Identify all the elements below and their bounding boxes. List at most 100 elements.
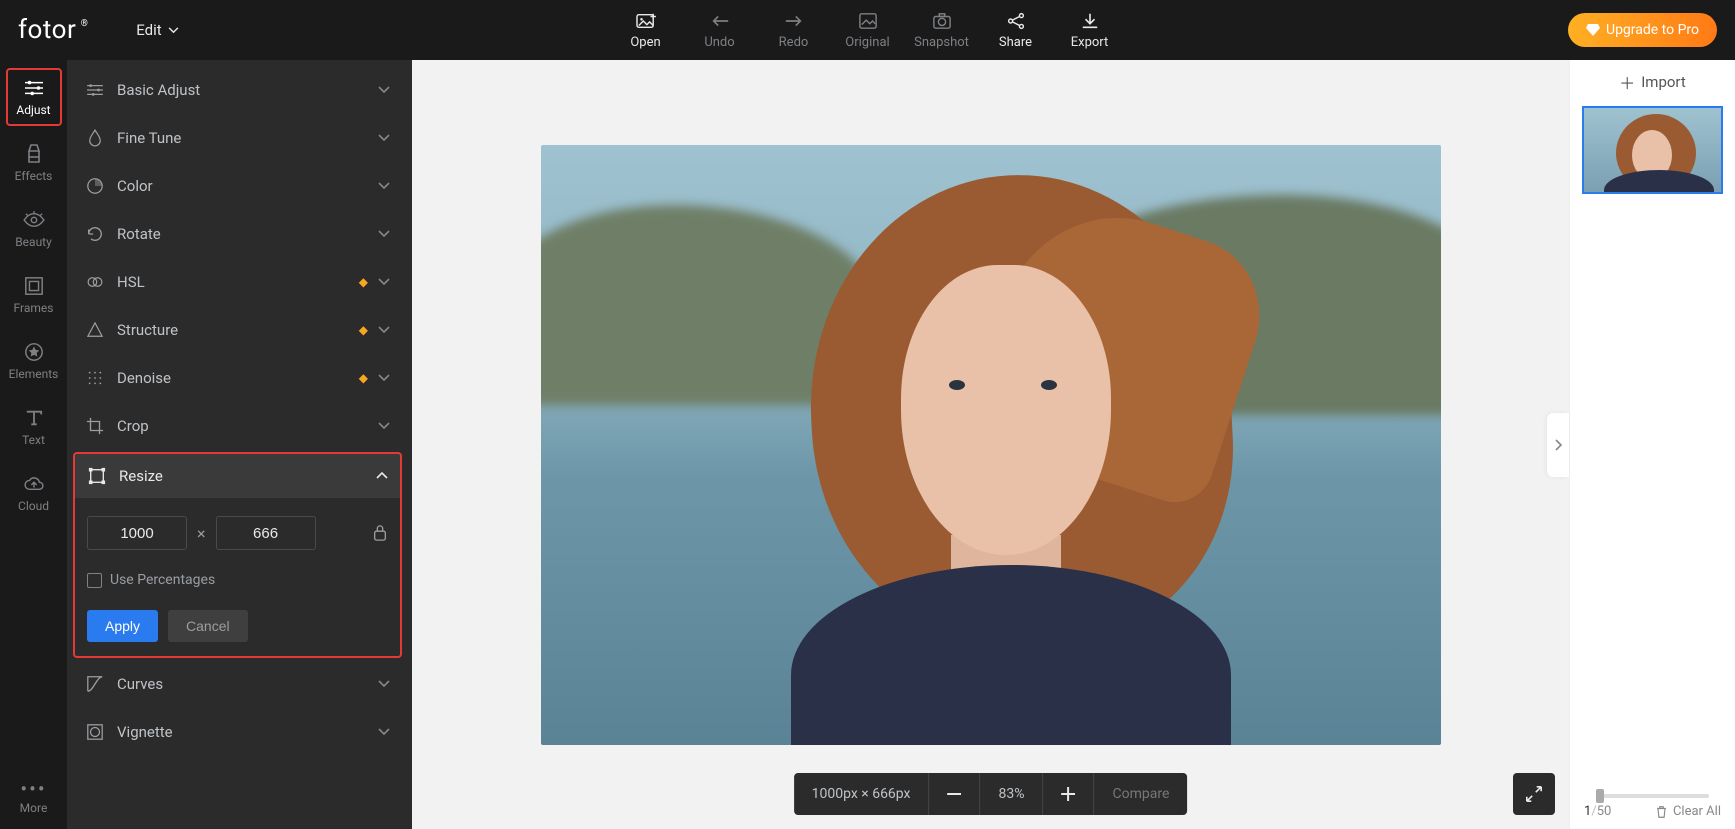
chevron-down-icon bbox=[168, 27, 179, 34]
cloud-icon bbox=[23, 473, 45, 495]
upgrade-label: Upgrade to Pro bbox=[1606, 22, 1699, 38]
adjust-icon bbox=[23, 77, 45, 99]
chevron-down-icon bbox=[378, 680, 390, 688]
edit-menu-label: Edit bbox=[136, 21, 161, 39]
share-label: Share bbox=[999, 35, 1032, 50]
acc-crop[interactable]: Crop bbox=[73, 402, 402, 450]
acc-hsl[interactable]: HSL ◆ bbox=[73, 258, 402, 306]
undo-label: Undo bbox=[704, 35, 734, 50]
acc-denoise[interactable]: Denoise ◆ bbox=[73, 354, 402, 402]
open-label: Open bbox=[630, 35, 660, 50]
beauty-icon bbox=[22, 209, 46, 231]
right-sidebar: ＋ Import 1/50 Clear All bbox=[1569, 60, 1735, 829]
right-footer: 1/50 Clear All bbox=[1570, 794, 1735, 829]
acc-vignette[interactable]: Vignette bbox=[73, 708, 402, 756]
fine-tune-label: Fine Tune bbox=[117, 129, 378, 147]
sliders-icon bbox=[85, 83, 105, 97]
structure-label: Structure bbox=[117, 321, 359, 339]
palette-icon bbox=[85, 177, 105, 195]
chevron-down-icon bbox=[378, 422, 390, 430]
resize-width-input[interactable] bbox=[87, 516, 187, 550]
rail-text[interactable]: Text bbox=[6, 398, 62, 456]
apply-button[interactable]: Apply bbox=[87, 610, 158, 642]
snapshot-label: Snapshot bbox=[914, 35, 969, 50]
snapshot-tool[interactable]: Snapshot bbox=[914, 10, 970, 50]
top-toolbar: Open Undo Redo Original Snapshot Share bbox=[618, 10, 1118, 50]
cancel-button[interactable]: Cancel bbox=[168, 610, 248, 642]
color-label: Color bbox=[117, 177, 378, 195]
acc-rotate[interactable]: Rotate bbox=[73, 210, 402, 258]
denoise-icon bbox=[85, 370, 105, 386]
acc-curves[interactable]: Curves bbox=[73, 660, 402, 708]
export-tool[interactable]: Export bbox=[1062, 10, 1118, 50]
image-thumbnail[interactable] bbox=[1582, 106, 1723, 194]
denoise-label: Denoise bbox=[117, 369, 359, 387]
edit-menu[interactable]: Edit bbox=[136, 21, 178, 39]
acc-color[interactable]: Color bbox=[73, 162, 402, 210]
zoom-in-button[interactable] bbox=[1043, 773, 1094, 815]
share-icon bbox=[1006, 10, 1026, 32]
acc-structure[interactable]: Structure ◆ bbox=[73, 306, 402, 354]
fit-screen-button[interactable] bbox=[1513, 773, 1555, 815]
resize-height-input[interactable] bbox=[216, 516, 316, 550]
curves-icon bbox=[85, 675, 105, 693]
original-tool[interactable]: Original bbox=[840, 10, 896, 50]
structure-icon bbox=[85, 322, 105, 338]
canvas-statusbar: 1000px × 666px 83% Compare bbox=[794, 773, 1188, 815]
more-icon: ••• bbox=[20, 777, 46, 801]
times-symbol: × bbox=[197, 524, 206, 543]
hsl-label: HSL bbox=[117, 273, 359, 291]
compare-button[interactable]: Compare bbox=[1094, 773, 1188, 815]
chevron-down-icon bbox=[378, 278, 390, 286]
chevron-down-icon bbox=[378, 728, 390, 736]
original-icon bbox=[858, 10, 878, 32]
open-icon bbox=[636, 10, 656, 32]
vignette-label: Vignette bbox=[117, 723, 378, 741]
rail-text-label: Text bbox=[22, 433, 45, 447]
acc-fine-tune[interactable]: Fine Tune bbox=[73, 114, 402, 162]
clear-all-button[interactable]: Clear All bbox=[1655, 804, 1721, 819]
thumbnail-size-slider[interactable] bbox=[1596, 794, 1709, 798]
zoom-out-button[interactable] bbox=[929, 773, 980, 815]
rail-beauty[interactable]: Beauty bbox=[6, 200, 62, 258]
rotate-label: Rotate bbox=[117, 225, 378, 243]
resize-icon bbox=[87, 467, 107, 485]
rail-cloud[interactable]: Cloud bbox=[6, 464, 62, 522]
lock-icon[interactable] bbox=[372, 524, 388, 542]
elements-icon bbox=[24, 341, 44, 363]
rail-cloud-label: Cloud bbox=[18, 499, 49, 513]
rail-frames[interactable]: Frames bbox=[6, 266, 62, 324]
share-tool[interactable]: Share bbox=[988, 10, 1044, 50]
rail-effects-label: Effects bbox=[15, 169, 53, 183]
import-label: Import bbox=[1641, 73, 1686, 91]
rail-more-label: More bbox=[20, 801, 48, 815]
rotate-icon bbox=[85, 225, 105, 243]
zoom-level: 83% bbox=[980, 773, 1043, 815]
rail-more[interactable]: ••• More bbox=[20, 777, 48, 815]
hsl-icon bbox=[85, 276, 105, 288]
import-button[interactable]: ＋ Import bbox=[1570, 60, 1735, 104]
redo-tool[interactable]: Redo bbox=[766, 10, 822, 50]
rail-frames-label: Frames bbox=[14, 301, 54, 315]
diamond-icon: ◆ bbox=[359, 371, 368, 385]
vignette-icon bbox=[85, 723, 105, 741]
upgrade-button[interactable]: Upgrade to Pro bbox=[1568, 13, 1717, 47]
use-percentages-checkbox[interactable]: Use Percentages bbox=[87, 572, 388, 588]
rail-effects[interactable]: Effects bbox=[6, 134, 62, 192]
rail-elements[interactable]: Elements bbox=[6, 332, 62, 390]
open-tool[interactable]: Open bbox=[618, 10, 674, 50]
diamond-icon bbox=[1586, 24, 1600, 36]
export-icon bbox=[1080, 10, 1100, 32]
checkbox-icon bbox=[87, 573, 102, 588]
resize-header[interactable]: Resize bbox=[75, 454, 400, 498]
rail-elements-label: Elements bbox=[9, 367, 59, 381]
basic-adjust-label: Basic Adjust bbox=[117, 81, 378, 99]
undo-tool[interactable]: Undo bbox=[692, 10, 748, 50]
chevron-down-icon bbox=[378, 86, 390, 94]
canvas-image[interactable] bbox=[541, 145, 1441, 745]
collapse-right-panel[interactable] bbox=[1547, 413, 1569, 477]
brand-logo: fotor® bbox=[18, 15, 86, 45]
acc-basic-adjust[interactable]: Basic Adjust bbox=[73, 66, 402, 114]
text-icon bbox=[25, 407, 43, 429]
rail-adjust[interactable]: Adjust bbox=[6, 68, 62, 126]
